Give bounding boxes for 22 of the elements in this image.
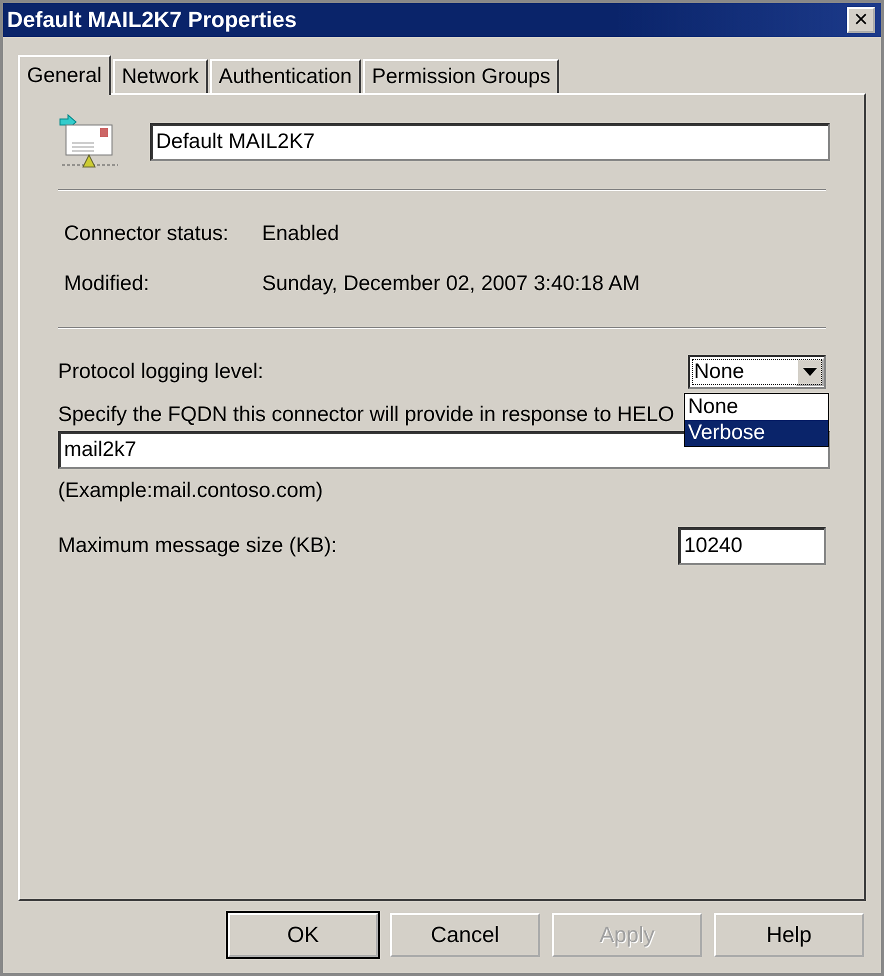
dialog-button[interactable]: OK [228,913,378,957]
example-text: (Example:mail.contoso.com) [58,479,324,503]
info-value: Enabled [262,222,340,246]
max-size-field[interactable]: 10240 [678,527,826,565]
logging-dropdown[interactable]: None [688,355,826,389]
name-field[interactable]: Default MAIL2K7 [150,123,830,161]
close-button[interactable]: × [847,7,875,33]
dropdown-option[interactable]: Verbose [685,420,828,446]
info-label: Connector status: [64,222,230,246]
dialog-button[interactable]: Help [714,913,864,957]
info-label: Modified: [64,272,150,296]
max-size-label: Maximum message size (KB): [58,534,337,558]
window-title: Default MAIL2K7 Properties [7,7,297,33]
fqdn-label: Specify the FQDN this connector will provide in response to HELO [58,403,674,426]
tab[interactable]: General [18,55,111,95]
info-value: Sunday, December 02, 2007 3:40:18 AM [262,272,640,296]
tab[interactable]: Network [112,59,208,93]
tab[interactable]: Permission Groups [362,59,560,93]
tab[interactable]: Authentication [210,59,361,93]
dropdown-option[interactable]: None [685,394,828,420]
dialog-button[interactable]: Cancel [390,913,540,957]
logging-label: Protocol logging level: [58,360,264,384]
